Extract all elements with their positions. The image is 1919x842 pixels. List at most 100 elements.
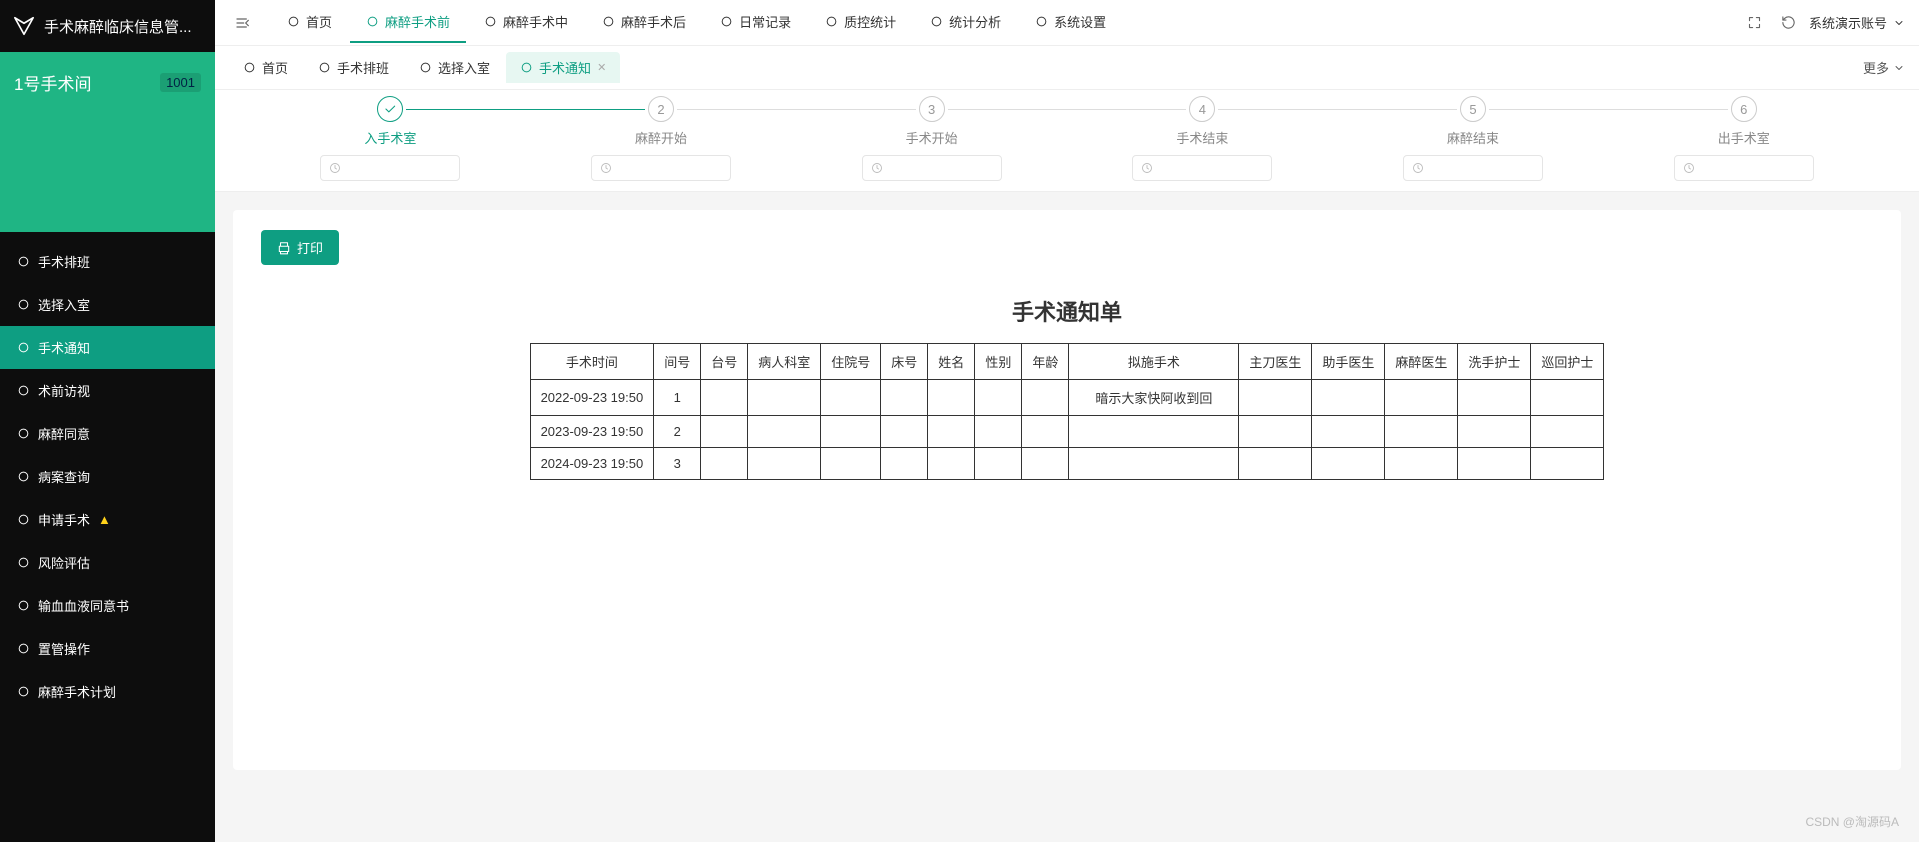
chevron-down-icon [1893,17,1905,29]
tabs-more[interactable]: 更多 [1863,58,1905,77]
topnav-label: 麻醉手术中 [503,12,568,31]
step-time-input[interactable] [320,155,460,181]
sidebar-item-10[interactable]: 麻醉手术计划 [0,670,215,713]
enter-icon [16,298,30,312]
topbar: 首页麻醉手术前 麻醉手术中 麻醉手术后 日常记录 质控统计 统计分析系统设置 系统演示账号 [215,0,1919,46]
sidebar-item-5[interactable]: 病案查询 [0,455,215,498]
clock-icon [16,255,30,269]
table-header: 病人科室 [748,344,821,380]
table-cell [881,380,928,416]
step-circle: 4 [1189,96,1215,122]
topnav-item-1[interactable]: 麻醉手术前 [350,2,466,43]
sidebar-item-label: 麻醉手术计划 [38,682,116,701]
topnav-item-6[interactable]: 统计分析 [914,2,1017,43]
sidebar-item-2[interactable]: 手术通知 [0,326,215,369]
pre-icon [366,15,379,28]
sidebar-item-6[interactable]: 申请手术 ▲ [0,498,215,541]
sidebar-item-4[interactable]: 麻醉同意 [0,412,215,455]
during-icon [484,15,497,28]
apply-icon [16,513,30,527]
clock-icon [1412,162,1424,174]
sidebar-item-label: 风险评估 [38,553,90,572]
table-cell [975,380,1022,416]
table-header: 主刀医生 [1239,344,1312,380]
post-icon [602,15,615,28]
table-cell [1312,448,1385,480]
topnav-label: 质控统计 [844,12,896,31]
table-cell [1022,380,1069,416]
sidebar: 手术麻醉临床信息管... 1号手术间 1001 手术排班选择入室手术通知术前访视… [0,0,215,842]
daily-icon [720,15,733,28]
topnav-label: 日常记录 [739,12,791,31]
table-cell [1312,380,1385,416]
step-time-input[interactable] [1403,155,1543,181]
table-cell [1022,416,1069,448]
table-cell [1385,416,1458,448]
sidebar-item-7[interactable]: 风险评估 [0,541,215,584]
print-icon [277,241,291,255]
clock-icon [600,162,612,174]
tab-2[interactable]: 选择入室 [405,52,504,83]
sidebar-item-9[interactable]: 置管操作 [0,627,215,670]
table-header: 住院号 [821,344,881,380]
topnav-item-2[interactable]: 麻醉手术中 [468,2,584,43]
table-cell [1458,416,1531,448]
app-logo-row: 手术麻醉临床信息管... [0,0,215,52]
print-button[interactable]: 打印 [261,230,339,265]
sidebar-item-label: 申请手术 [38,510,90,529]
app-title: 手术麻醉临床信息管... [44,16,192,37]
table-cell [975,416,1022,448]
warn-icon: ▲ [98,512,111,527]
user-menu[interactable]: 系统演示账号 [1809,13,1905,32]
notice-icon [16,341,30,355]
table-header: 洗手护士 [1458,344,1531,380]
table-cell [1385,448,1458,480]
topnav-item-3[interactable]: 麻醉手术后 [586,2,702,43]
step-circle [377,96,403,122]
table-header: 手术时间 [530,344,654,380]
sidebar-item-label: 输血血液同意书 [38,596,129,615]
table-cell [748,416,821,448]
topnav-item-0[interactable]: 首页 [271,2,348,43]
step-time-input[interactable] [1674,155,1814,181]
table-cell: 2022-09-23 19:50 [530,380,654,416]
collapse-sidebar-button[interactable] [229,9,257,37]
tab-label: 首页 [262,58,288,77]
clock-icon [1683,162,1695,174]
clock-icon [329,162,341,174]
clock-icon [318,61,331,74]
topnav-item-5[interactable]: 质控统计 [809,2,912,43]
sidebar-item-0[interactable]: 手术排班 [0,240,215,283]
topnav-item-7[interactable]: 系统设置 [1019,2,1122,43]
sidebar-item-8[interactable]: 输血血液同意书 [0,584,215,627]
sidebar-item-1[interactable]: 选择入室 [0,283,215,326]
fullscreen-button[interactable] [1741,9,1769,37]
table-cell [1069,448,1239,480]
step-circle: 5 [1460,96,1486,122]
table-cell [1239,380,1312,416]
close-icon[interactable]: ✕ [597,61,606,74]
enter-icon [419,61,432,74]
sidebar-item-3[interactable]: 术前访视 [0,369,215,412]
logo-icon [12,14,36,38]
user-label: 系统演示账号 [1809,13,1887,32]
refresh-button[interactable] [1775,9,1803,37]
tab-3[interactable]: 手术通知✕ [506,52,620,83]
step-label: 麻醉结束 [1447,128,1499,147]
tab-1[interactable]: 手术排班 [304,52,403,83]
tab-0[interactable]: 首页 [229,52,302,83]
topnav-item-4[interactable]: 日常记录 [704,2,807,43]
topnav-label: 麻醉手术后 [621,12,686,31]
step-time-input[interactable] [862,155,1002,181]
table-cell [1458,380,1531,416]
step-time-input[interactable] [591,155,731,181]
table-cell: 2 [654,416,701,448]
notice-icon [520,61,533,74]
step-5: 6出手术室 [1608,96,1879,181]
table-header: 床号 [881,344,928,380]
table-cell: 2023-09-23 19:50 [530,416,654,448]
step-time-input[interactable] [1132,155,1272,181]
step-2: 3手术开始 [796,96,1067,181]
clock-icon [1141,162,1153,174]
topnav-label: 统计分析 [949,12,1001,31]
